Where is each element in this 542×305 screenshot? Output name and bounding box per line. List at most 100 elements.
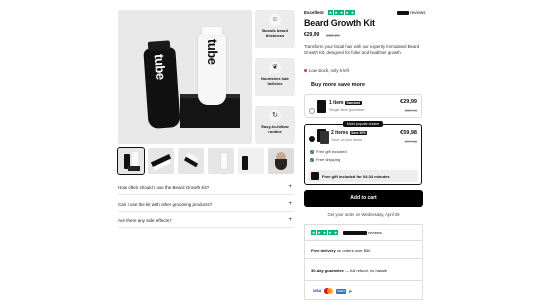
mastercard-icon <box>324 288 334 294</box>
stock-dot-icon <box>304 69 307 73</box>
bundle-compare-price: €79,98 <box>404 139 417 144</box>
trust-row-rest: on orders over $50 <box>336 248 371 253</box>
faq-item[interactable]: How often should I use the Beard Growth … <box>118 181 294 195</box>
perk-text: Free shipping <box>316 157 341 162</box>
feature-card-nourish: ❦ Nourishes hair follicles <box>255 58 295 96</box>
faq-question: Are there any side effects? <box>118 218 172 223</box>
rating-label: Excellent <box>304 10 324 15</box>
add-to-cart-button[interactable]: Add to cart <box>304 190 423 207</box>
trust-row-guarantee: 30-day guarantee — full refund, no hassl… <box>304 258 423 280</box>
free-gift-bar: Free gift included for 04:34 minutes <box>308 170 418 182</box>
faq-item[interactable]: Can I use the kit with other grooming pr… <box>118 198 294 212</box>
star-icon: ★ <box>339 10 344 15</box>
thumbnail-2[interactable] <box>148 148 174 174</box>
bundle-title: 1 item Standard <box>329 100 362 106</box>
gift-icon <box>311 172 319 180</box>
compare-price: €39,99 <box>326 33 340 38</box>
star-icon: ★ <box>328 10 333 15</box>
radio-button-selected[interactable] <box>309 136 315 142</box>
feature-label: Nourishes hair follicles <box>260 76 289 86</box>
feature-card-routine: ↻ Easy-to-follow routine <box>255 106 295 144</box>
feature-label: Boosts beard thickness <box>262 28 288 38</box>
trustpilot-stars: ★ ★ ★ ★ ★ <box>328 10 356 15</box>
star-icon: ★ <box>333 230 338 235</box>
star-icon: ★ <box>327 230 333 235</box>
radio-button[interactable] <box>309 108 315 114</box>
bundle-option-1[interactable]: 1 item Standard Single item purchase €29… <box>304 94 422 118</box>
thumbnail-5[interactable] <box>238 148 264 174</box>
amex-icon: AMEX <box>336 288 347 294</box>
white-tube-image: tube <box>198 27 226 105</box>
trust-row-strong: 30-day guarantee <box>311 268 344 273</box>
bundle-badge: Standard <box>344 101 362 105</box>
product-description: Transform your facial hair with our expe… <box>304 44 420 55</box>
bundle-option-2[interactable]: Most popular choice 2 items Save 50% Sav… <box>304 121 422 185</box>
star-icon: ★ <box>316 230 322 235</box>
perk-item: ✓ Free gift included <box>310 149 347 154</box>
thumbnail-6[interactable] <box>268 148 294 174</box>
faq-item[interactable]: Are there any side effects? + <box>118 214 294 228</box>
visa-icon: VISA <box>313 289 322 293</box>
gift-bar-text: Free gift included for 04:34 minutes <box>322 174 390 179</box>
trustpilot-stars: ★ ★ ★ ★ ★ <box>311 230 339 235</box>
most-popular-ribbon: Most popular choice <box>342 121 384 127</box>
plus-icon: + <box>288 201 292 207</box>
bundle-subtitle: Save on two items <box>331 138 363 142</box>
bundle-subtitle: Single item purchase <box>329 108 365 112</box>
thumbnail-1[interactable] <box>117 147 145 175</box>
trust-reviews-row: ★ ★ ★ ★ ★ reviews <box>304 224 423 240</box>
bundle-badge: Save 50% <box>349 131 368 135</box>
buy-more-heading: Buy more save more <box>311 82 366 88</box>
thumbnail-4[interactable] <box>208 148 234 174</box>
product-title: Beard Growth Kit <box>304 18 375 28</box>
payment-icons: VISA AMEX P <box>313 288 352 294</box>
star-icon: ★ <box>322 230 327 235</box>
check-icon: ✓ <box>310 158 314 162</box>
bundle-compare-price: €39,99 <box>404 108 417 113</box>
perk-item: ✓ Free shipping <box>310 157 340 162</box>
reviews-label: reviews <box>410 10 426 15</box>
black-tube-image: tube <box>143 46 181 130</box>
trust-reviews-count: reviews <box>343 230 382 235</box>
beard-icon: ☺ <box>269 14 281 26</box>
product-thumb-icon <box>320 131 329 144</box>
bundle-title-text: 1 item <box>329 100 344 106</box>
feature-label: Easy-to-follow routine <box>261 124 289 134</box>
stock-status: Low stock, only 6 left <box>304 68 349 73</box>
perk-text: Free gift included <box>316 149 347 154</box>
product-thumb-icon <box>317 100 326 113</box>
bundle-title-text: 2 items <box>331 130 349 136</box>
star-icon: ★ <box>344 10 350 15</box>
thumbnail-3[interactable] <box>178 148 204 174</box>
star-icon: ★ <box>350 10 355 15</box>
delivery-note: Get your order on Wednesday, April 29 <box>327 212 400 217</box>
bundle-price: €29,99 <box>400 99 417 105</box>
trust-row-rest: — full refund, no hassle <box>345 268 388 273</box>
leaf-icon: ❦ <box>269 62 281 74</box>
bundle-title: 2 items Save 50% <box>331 130 368 136</box>
redacted-count <box>343 230 367 235</box>
stock-text: Low stock, only 6 left <box>309 68 349 73</box>
product-hero-image[interactable]: tube tube <box>118 10 252 144</box>
check-icon: ✓ <box>310 150 314 154</box>
product-price: €29,99 <box>304 32 320 38</box>
star-icon: ★ <box>333 10 339 15</box>
redacted-count <box>397 10 409 15</box>
trust-row-text: Free delivery on orders over $50 <box>311 248 370 253</box>
trust-row-delivery: Free delivery on orders over $50 <box>304 240 423 258</box>
plus-icon: + <box>288 184 292 190</box>
tube-logo-text: tube <box>151 53 169 81</box>
faq-question: Can I use the kit with other grooming pr… <box>118 202 213 207</box>
trust-row-strong: Free delivery <box>311 248 336 253</box>
payment-methods-row: VISA AMEX P <box>304 280 423 300</box>
paypal-icon: P <box>349 288 352 294</box>
plus-icon: + <box>288 217 292 223</box>
feature-card-thickness: ☺ Boosts beard thickness <box>255 10 295 48</box>
faq-question: How often should I use the Beard Growth … <box>118 185 210 190</box>
tube-logo-text: tube <box>205 39 220 65</box>
reviews-count: reviews <box>397 10 426 15</box>
routine-icon: ↻ <box>269 110 281 122</box>
reviews-label: reviews <box>368 230 382 235</box>
trust-row-text: 30-day guarantee — full refund, no hassl… <box>311 268 387 273</box>
star-icon: ★ <box>311 230 316 235</box>
